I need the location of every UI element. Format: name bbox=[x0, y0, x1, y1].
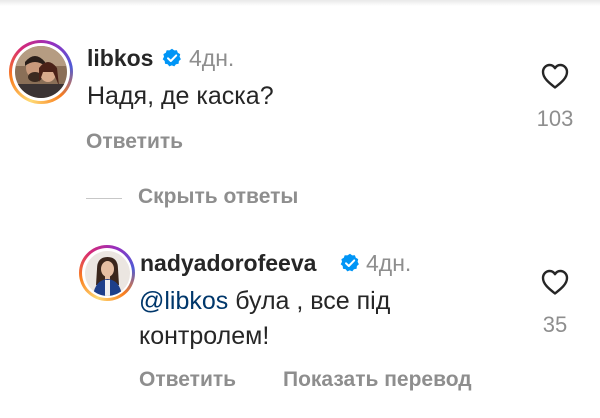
reply-text: була , все під bbox=[228, 287, 391, 315]
reply-time: 4дн. bbox=[366, 250, 412, 276]
replies-divider bbox=[86, 198, 122, 199]
comment-text: Надя, де каска? bbox=[87, 82, 274, 110]
mention-link[interactable]: @libkos bbox=[139, 287, 228, 315]
avatar[interactable] bbox=[9, 40, 73, 104]
verified-badge-icon bbox=[340, 253, 360, 273]
like-heart-icon[interactable] bbox=[540, 268, 570, 296]
reply-button[interactable]: Ответить bbox=[139, 368, 236, 392]
reply-button[interactable]: Ответить bbox=[86, 130, 183, 154]
comment-username[interactable]: libkos bbox=[87, 45, 153, 72]
comment-time: 4дн. bbox=[189, 45, 235, 71]
avatar-ring-gap bbox=[12, 43, 70, 101]
avatar-photo-icon bbox=[84, 250, 130, 296]
avatar-ring-gap bbox=[82, 248, 132, 298]
avatar-photo-icon bbox=[15, 46, 67, 98]
reply-username[interactable]: nadyadorofeeva bbox=[140, 250, 316, 277]
avatar[interactable] bbox=[79, 245, 135, 301]
like-heart-icon[interactable] bbox=[540, 62, 570, 90]
top-edge-shadow bbox=[0, 0, 600, 6]
reply-text-line-1: @libkos була , все під bbox=[139, 283, 390, 319]
like-count: 35 bbox=[542, 312, 568, 337]
reply-text-line-2: контролем! bbox=[139, 322, 270, 350]
like-count: 103 bbox=[536, 106, 574, 131]
hide-replies-button[interactable]: Скрыть ответы bbox=[138, 185, 298, 209]
show-translation-button[interactable]: Показать перевод bbox=[283, 368, 472, 392]
verified-badge-icon bbox=[162, 48, 182, 68]
